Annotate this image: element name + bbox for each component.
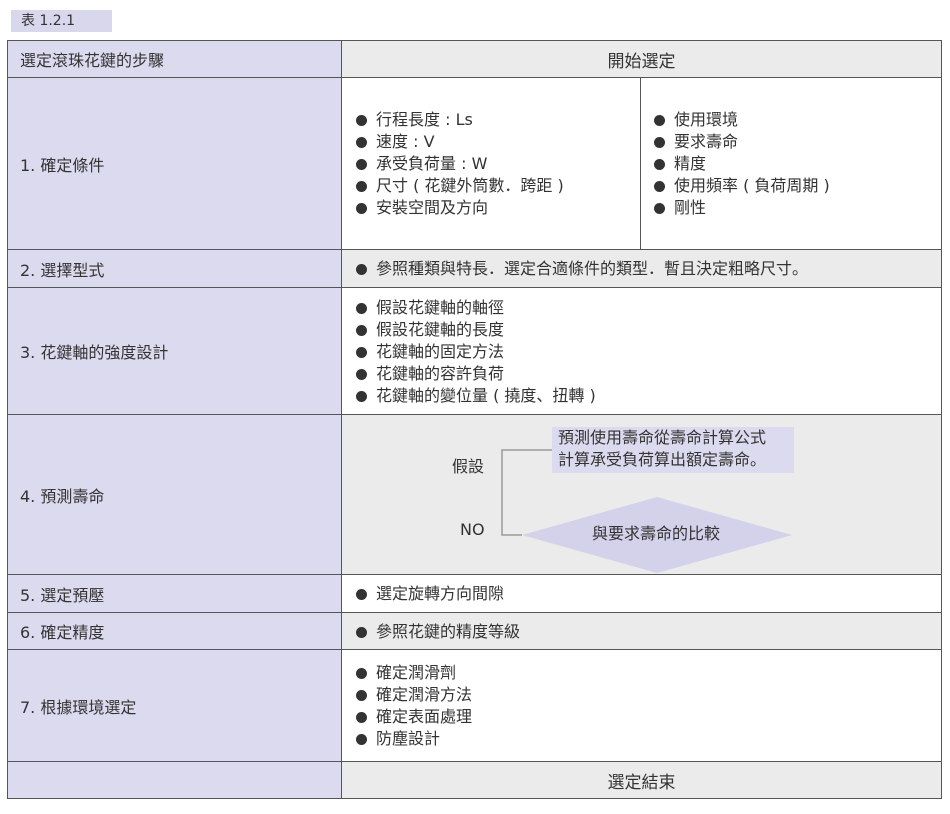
bullet-item: 花鍵軸的固定方法	[354, 341, 596, 363]
step-label-2: 2. 選擇型式	[7, 249, 342, 288]
bullet-item: 使用頻率 ( 負荷周期 )	[652, 175, 830, 197]
bullet-item: 安裝空間及方向	[354, 197, 564, 219]
note-line-2: 計算承受負荷算出額定壽命。	[558, 450, 767, 469]
bullet-item: 確定潤滑方法	[354, 684, 472, 706]
life-calculation-note: 預測使用壽命從壽命計算公式 計算承受負荷算出額定壽命。	[552, 427, 794, 473]
conditions-list-a: 行程長度 : Ls 速度 : V 承受負荷量 : W 尺寸 ( 花鍵外筒數．跨距 ) 安…	[354, 109, 564, 219]
step-content-5: 選定旋轉方向間隙	[342, 574, 942, 613]
bullet-item: 假設花鍵軸的軸徑	[354, 297, 596, 319]
type-selection-list: 參照種類與特長．選定合適條件的類型．暫且決定粗略尺寸。	[354, 258, 808, 280]
no-label: NO	[460, 520, 485, 539]
step-content-7: 確定潤滑劑 確定潤滑方法 確定表面處理 防塵設計	[342, 649, 942, 762]
step-content-1: 行程長度 : Ls 速度 : V 承受負荷量 : W 尺寸 ( 花鍵外筒數．跨距 ) 安…	[342, 77, 942, 250]
bullet-item: 行程長度 : Ls	[354, 109, 564, 131]
bullet-item: 精度	[652, 153, 830, 175]
step-row-2: 2. 選擇型式 參照種類與特長．選定合適條件的類型．暫且決定粗略尺寸。	[7, 249, 942, 288]
step-row-3: 3. 花鍵軸的強度設計 假設花鍵軸的軸徑 假設花鍵軸的長度 花鍵軸的固定方法 花鍵軸的…	[7, 287, 942, 415]
bullet-item: 防塵設計	[354, 728, 472, 750]
step-row-6: 6. 確定精度 參照花鍵的精度等級	[7, 612, 942, 650]
step-label-3: 3. 花鍵軸的強度設計	[7, 287, 342, 415]
step-row-1: 1. 確定條件 行程長度 : Ls 速度 : V 承受負荷量 : W 尺寸 ( 花鍵外…	[7, 77, 942, 250]
bullet-item: 尺寸 ( 花鍵外筒數．跨距 )	[354, 175, 564, 197]
bullet-item: 確定表面處理	[354, 706, 472, 728]
environment-list: 確定潤滑劑 確定潤滑方法 確定表面處理 防塵設計	[354, 662, 472, 750]
table-caption: 表 1.2.1	[11, 10, 112, 32]
bullet-item: 速度 : V	[354, 131, 564, 153]
bullet-item: 選定旋轉方向間隙	[354, 583, 504, 605]
bullet-item: 花鍵軸的容許負荷	[354, 363, 596, 385]
header-start-cell: 開始選定	[342, 40, 942, 78]
strength-design-list: 假設花鍵軸的軸徑 假設花鍵軸的長度 花鍵軸的固定方法 花鍵軸的容許負荷 花鍵軸的變位量 …	[354, 297, 596, 407]
step-row-4: 4. 預測壽命 假設 預測使用壽命從壽命計算公式 計算承受負荷算出額定壽命。 N…	[7, 414, 942, 575]
conditions-list-b: 使用環境 要求壽命 精度 使用頻率 ( 負荷周期 ) 剛性	[652, 109, 830, 219]
step-row-5: 5. 選定預壓 選定旋轉方向間隙	[7, 574, 942, 613]
table-footer-row: 選定結束	[7, 761, 942, 799]
step-label-1: 1. 確定條件	[7, 77, 342, 250]
footer-empty-cell	[7, 761, 342, 799]
bullet-item: 剛性	[652, 197, 830, 219]
step-content-4: 假設 預測使用壽命從壽命計算公式 計算承受負荷算出額定壽命。 NO 與要求壽命的…	[342, 414, 942, 575]
bullet-item: 要求壽命	[652, 131, 830, 153]
table-header-row: 選定滾珠花鍵的步驟 開始選定	[7, 40, 942, 78]
column-divider	[640, 78, 641, 249]
step-row-7: 7. 根據環境選定 確定潤滑劑 確定潤滑方法 確定表面處理 防塵設計	[7, 649, 942, 762]
header-steps-label: 選定滾珠花鍵的步驟	[7, 40, 342, 78]
accuracy-list: 參照花鍵的精度等級	[354, 621, 520, 643]
compare-life-label: 與要求壽命的比較	[592, 524, 721, 543]
step-content-2: 參照種類與特長．選定合適條件的類型．暫且決定粗略尺寸。	[342, 249, 942, 288]
note-line-1: 預測使用壽命從壽命計算公式	[558, 428, 767, 447]
step-label-5: 5. 選定預壓	[7, 574, 342, 613]
bullet-item: 花鍵軸的變位量 ( 撓度、扭轉 )	[354, 385, 596, 407]
bullet-item: 參照花鍵的精度等級	[354, 621, 520, 643]
preload-list: 選定旋轉方向間隙	[354, 583, 504, 605]
bullet-item: 假設花鍵軸的長度	[354, 319, 596, 341]
step-content-6: 參照花鍵的精度等級	[342, 612, 942, 650]
end-selection-label: 選定結束	[607, 772, 676, 793]
bullet-item: 使用環境	[652, 109, 830, 131]
footer-end-cell: 選定結束	[342, 761, 942, 799]
bullet-item: 承受負荷量 : W	[354, 153, 564, 175]
step-label-6: 6. 確定精度	[7, 612, 342, 650]
step-label-4: 4. 預測壽命	[7, 414, 342, 575]
step-content-3: 假設花鍵軸的軸徑 假設花鍵軸的長度 花鍵軸的固定方法 花鍵軸的容許負荷 花鍵軸的變位量 …	[342, 287, 942, 415]
step-label-7: 7. 根據環境選定	[7, 649, 342, 762]
bullet-item: 參照種類與特長．選定合適條件的類型．暫且決定粗略尺寸。	[354, 258, 808, 280]
bullet-item: 確定潤滑劑	[354, 662, 472, 684]
start-selection-label: 開始選定	[607, 51, 676, 72]
